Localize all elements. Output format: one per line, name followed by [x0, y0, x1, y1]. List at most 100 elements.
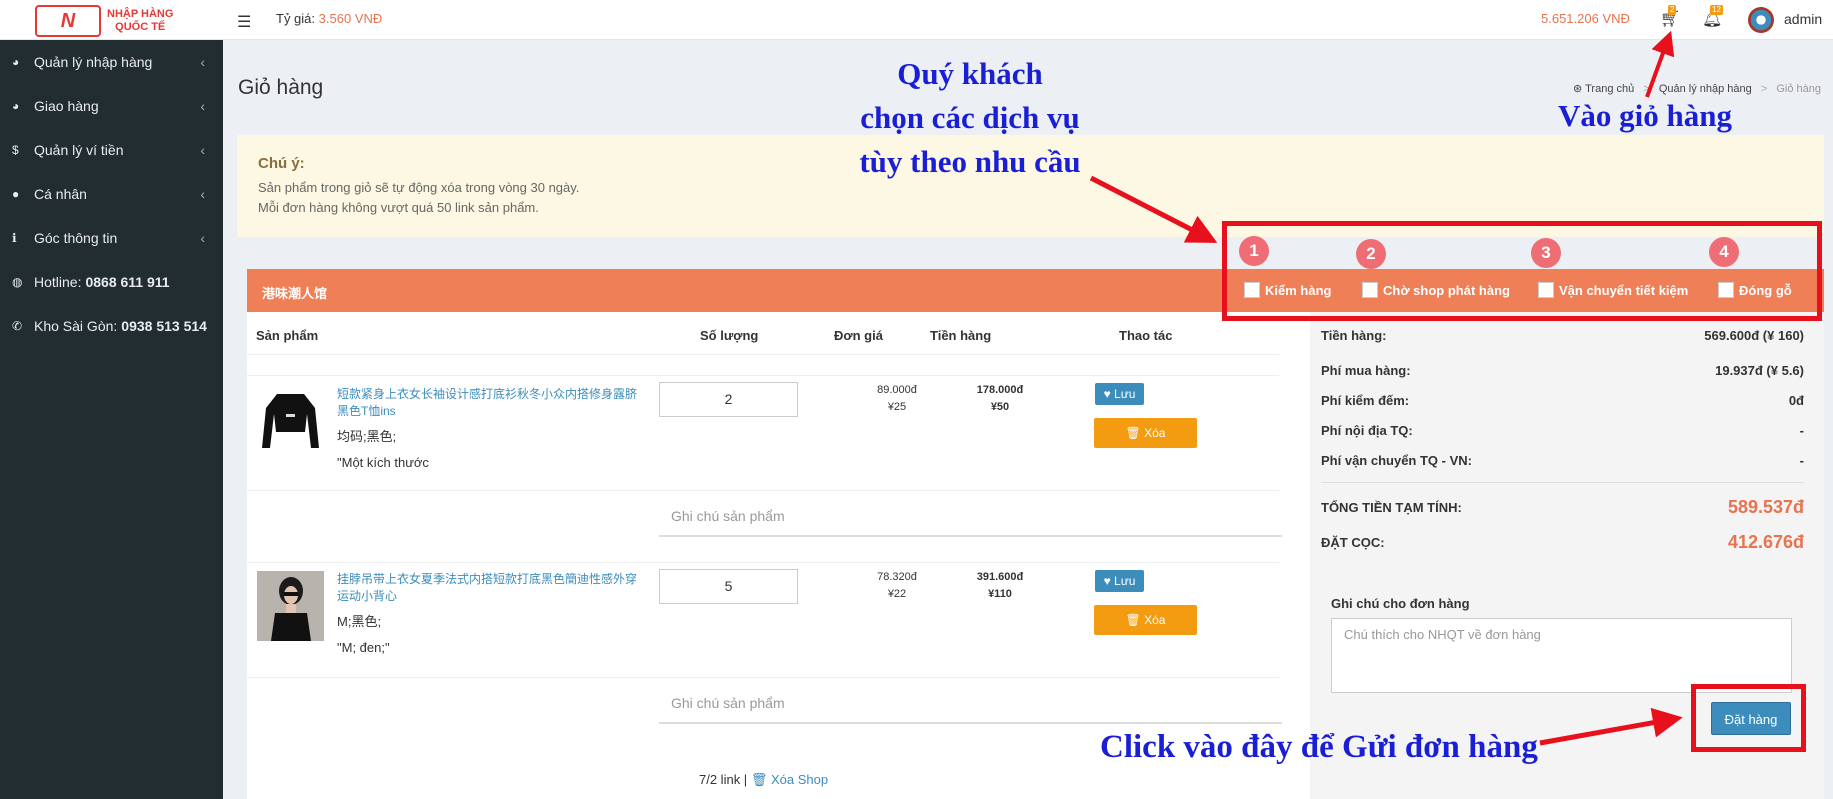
line-total-vnd: 178.000đ [976, 384, 1024, 396]
sidebar-item-label: Giao hàng [34, 98, 99, 114]
notification-count-badge: 12 [1710, 5, 1723, 15]
highlight-order-button-box [1691, 684, 1806, 752]
wallet-balance[interactable]: 5.651.206 VNĐ [1541, 11, 1630, 26]
breadcrumb-nhap-hang[interactable]: Quản lý nhập hàng [1659, 83, 1752, 95]
globe-icon: ◍ [12, 275, 23, 289]
sidebar-item-nhap-hang[interactable]: ◕ Quản lý nhập hàng ‹ [0, 40, 223, 84]
summary-total: TỔNG TIỀN TẠM TÍNH: 589.537đ [1321, 497, 1804, 517]
product-image[interactable] [257, 386, 324, 456]
heart-icon: ♥ [1103, 387, 1111, 401]
dollar-icon: $ [12, 143, 19, 157]
highlight-services-box [1222, 221, 1822, 321]
unit-price-vnd: 89.000đ [877, 384, 917, 396]
summary-phi-noi-dia: Phí nội địa TQ: - [1321, 423, 1804, 438]
unit-price: 89.000đ ¥25 [857, 382, 937, 416]
line-total-cny: ¥110 [988, 588, 1012, 600]
save-button[interactable]: ♥ Lưu [1095, 570, 1144, 592]
product-image[interactable] [257, 571, 324, 641]
hotline-value: 0868 611 911 [85, 274, 170, 290]
product-attr: 均码;黑色; [337, 429, 397, 444]
trash-icon: 🗑︎ [1125, 613, 1141, 627]
sidebar-item-vi-tien[interactable]: $ Quản lý ví tiền ‹ [0, 128, 223, 172]
unit-price-vnd: 78.320đ [877, 571, 917, 583]
delete-button[interactable]: 🗑︎ Xóa [1094, 418, 1197, 448]
sidebar-kho[interactable]: ✆ Kho Sài Gòn: 0938 513 514 [0, 304, 223, 348]
cart-table: Sản phẩm Số lượng Đơn giá Tiền hàng Thao… [247, 312, 1310, 799]
save-button[interactable]: ♥ Lưu [1095, 383, 1144, 405]
breadcrumb: ⊛ Trang chủ > Quản lý nhập hàng > Giỏ hà… [1573, 83, 1821, 95]
col-header-total: Tiền hàng [930, 328, 992, 343]
sidebar-hotline[interactable]: ◍ Hotline: 0868 611 911 [0, 260, 223, 304]
col-header-actions: Thao tác [1119, 328, 1173, 343]
unit-price-cny: ¥25 [887, 401, 907, 413]
trash-icon: 🗑︎ [750, 772, 768, 787]
annotation-cart: Vào giỏ hàng [1558, 98, 1732, 133]
avatar[interactable] [1748, 7, 1774, 33]
menu-toggle-icon[interactable]: ☰ [237, 12, 251, 32]
delete-shop-link[interactable]: 🗑︎ Xóa Shop [751, 772, 828, 787]
chart-pie-icon: ◕ [12, 55, 20, 69]
product-note-input[interactable]: Ghi chú sản phẩm [659, 679, 1282, 724]
summary-phi-van-chuyen: Phí vận chuyển TQ - VN: - [1321, 453, 1804, 468]
exchange-rate: Tỷ giá: 3.560 VNĐ [276, 11, 382, 26]
kho-value: 0938 513 514 [121, 318, 207, 334]
unit-price: 78.320đ ¥22 [857, 569, 937, 603]
dashboard-icon: ⊛ [1573, 83, 1583, 95]
chart-pie-icon: ◕ [12, 99, 20, 113]
quantity-input[interactable]: 5 [659, 569, 798, 604]
sidebar-item-ca-nhan[interactable]: ● Cá nhân ‹ [0, 172, 223, 216]
delete-button[interactable]: 🗑︎ Xóa [1094, 605, 1197, 635]
col-header-price: Đơn giá [834, 328, 883, 343]
sidebar: ◕ Quản lý nhập hàng ‹ ◕ Giao hàng ‹ $ Qu… [0, 40, 223, 799]
line-total-cny: ¥50 [990, 401, 1010, 413]
kho-label: Kho Sài Gòn: [34, 318, 118, 334]
notification-button[interactable]: 🔔︎ 12 [1702, 5, 1723, 29]
line-total-vnd: 391.600đ [976, 571, 1024, 583]
step-number: 4 [1709, 237, 1739, 267]
trash-icon: 🗑︎ [1125, 426, 1141, 440]
chevron-left-icon: ‹ [200, 186, 205, 202]
hotline-label: Hotline: [34, 274, 82, 290]
product-link[interactable]: 短款紧身上衣女长袖设计感打底衫秋冬小众内搭修身露脐黑色T恤ins [337, 386, 642, 420]
chevron-left-icon: ‹ [200, 230, 205, 246]
sidebar-item-label: Cá nhân [34, 186, 87, 202]
cart-count-badge: 2 [1668, 5, 1677, 15]
summary-tien-hang: Tiền hàng: 569.600đ (¥ 160) [1321, 328, 1804, 343]
user-name[interactable]: admin [1784, 11, 1822, 27]
cart-button[interactable]: 🛒︎ 2 [1660, 5, 1680, 29]
quantity-input[interactable]: 2 [659, 382, 798, 417]
logo-text-line1: NHẬP HÀNG [107, 8, 174, 20]
sidebar-item-goc-thong-tin[interactable]: ℹ Góc thông tin ‹ [0, 216, 223, 260]
chevron-left-icon: ‹ [200, 142, 205, 158]
heart-icon: ♥ [1103, 574, 1111, 588]
line-total: 391.600đ ¥110 [960, 569, 1040, 603]
sidebar-item-label: Góc thông tin [34, 230, 118, 246]
product-note-input[interactable]: Ghi chú sản phẩm [659, 492, 1282, 537]
logo[interactable]: N NHẬP HÀNG QUỐC TẾ [35, 3, 185, 39]
step-number: 2 [1356, 239, 1386, 269]
logo-text-line2: QUỐC TẾ [115, 21, 166, 33]
page-title: Giỏ hàng [238, 76, 324, 99]
user-icon: ● [12, 187, 20, 201]
order-note-label: Ghi chú cho đơn hàng [1331, 596, 1470, 611]
sidebar-item-label: Quản lý ví tiền [34, 142, 124, 158]
product-link[interactable]: 挂脖吊带上衣女夏季法式内搭短款打底黑色簡迪性感外穿运动小背心 [337, 571, 642, 605]
top-navbar: N NHẬP HÀNG QUỐC TẾ ☰ Tỷ giá: 3.560 VNĐ … [0, 0, 1833, 40]
rate-value: 3.560 VNĐ [318, 11, 383, 26]
step-number: 1 [1239, 236, 1269, 266]
unit-price-cny: ¥22 [887, 588, 907, 600]
logo-mark: N [35, 5, 101, 37]
info-icon: ℹ [12, 231, 17, 245]
col-header-qty: Số lượng [700, 328, 759, 343]
breadcrumb-home[interactable]: Trang chủ [1585, 83, 1634, 95]
chevron-left-icon: ‹ [200, 98, 205, 114]
shop-name: 港味潮人馆 [262, 286, 328, 301]
sidebar-item-giao-hang[interactable]: ◕ Giao hàng ‹ [0, 84, 223, 128]
order-note-input[interactable]: Chú thích cho NHQT về đơn hàng [1331, 618, 1792, 693]
col-header-product: Sản phẩm [256, 328, 319, 343]
annotation-submit: Click vào đây để Gửi đơn hàng [1100, 729, 1538, 765]
link-count: 7/2 link | [699, 772, 748, 787]
summary-phi-mua: Phí mua hàng: 19.937đ (¥ 5.6) [1321, 363, 1804, 378]
notice-line2: Mỗi đơn hàng không vượt quá 50 link sản … [258, 200, 539, 215]
product-attr: M;黑色; [337, 614, 382, 629]
